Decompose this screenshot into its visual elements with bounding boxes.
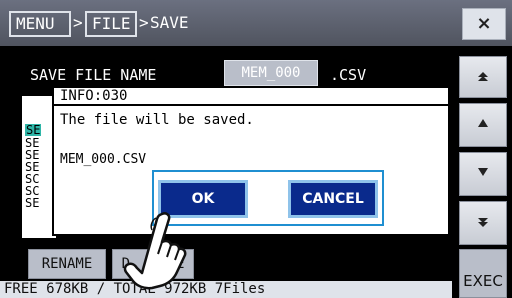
breadcrumb-current: SAVE [150,13,189,32]
exec-label: EXEC [463,272,503,290]
cancel-button[interactable]: CANCEL [288,180,378,218]
dialog-file-name: MEM_000.CSV [60,152,147,167]
save-file-name-label: SAVE FILE NAME [30,66,157,84]
double-down-arrow-icon [477,216,489,231]
file-name-field[interactable]: MEM_000 [224,60,318,86]
close-button[interactable]: × [462,8,506,40]
dialog-message: The file will be saved. [60,112,254,128]
file-list[interactable]: SE SE SE SE SC SC SE [22,96,56,238]
breadcrumb-separator: > [139,13,149,32]
device-screen: MENU > FILE > SAVE × SAVE FILE NAME MEM_… [0,0,512,298]
breadcrumb-separator: > [73,13,83,32]
scroll-up-button[interactable] [459,103,507,147]
dialog-title: INFO:030 [54,88,448,106]
breadcrumb-file-label: FILE [92,14,131,33]
cancel-label: CANCEL [302,191,364,207]
ok-label: OK [191,191,215,207]
double-up-arrow-icon [477,71,489,86]
rename-button[interactable]: RENAME [28,249,106,279]
breadcrumb-menu-label: MENU [16,14,55,33]
pointing-hand-icon [123,212,187,290]
rename-label: RENAME [41,256,93,272]
breadcrumb-menu[interactable]: MENU [9,11,71,37]
up-arrow-icon [477,118,489,131]
scroll-top-button[interactable] [459,56,507,98]
scroll-down-button[interactable] [459,152,507,196]
scroll-bottom-button[interactable] [459,201,507,245]
title-bar: MENU > FILE > SAVE × [0,0,512,46]
file-extension-label: .CSV [330,66,367,84]
storage-status-bar: FREE 678KB / TOTAL 972KB 7Files [0,281,452,298]
exec-button[interactable]: EXEC [459,249,507,298]
list-item[interactable]: SE [25,124,42,136]
file-name-value: MEM_000 [241,65,301,81]
list-item[interactable]: SE [25,197,39,209]
down-arrow-icon [477,167,489,180]
breadcrumb-file[interactable]: FILE [85,11,137,37]
close-icon: × [476,13,492,34]
info-dialog: INFO:030 The file will be saved. MEM_000… [52,86,450,236]
